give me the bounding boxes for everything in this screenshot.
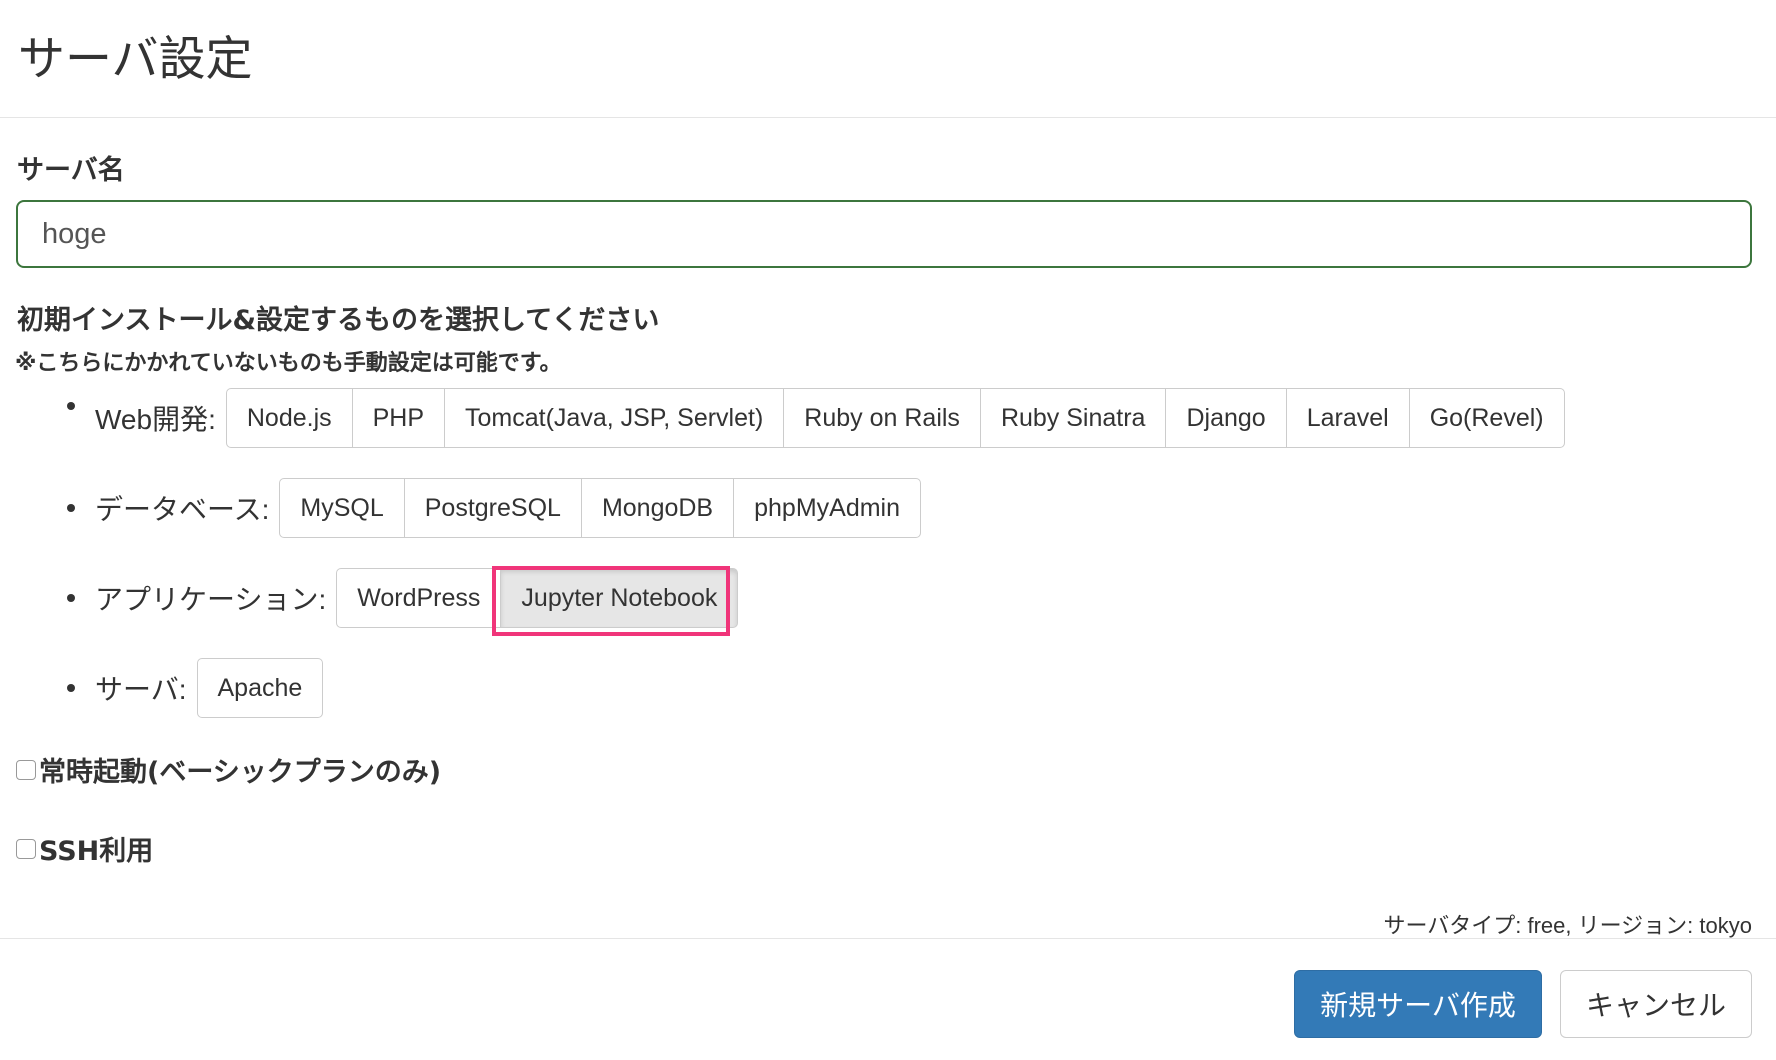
install-heading: 初期インストール&設定するものを選択してください [17,305,660,336]
option-postgresql[interactable]: PostgreSQL [403,478,582,538]
category-server: サーバ: Apache [95,658,324,718]
web-options-group: Node.js PHP Tomcat(Java, JSP, Servlet) R… [225,388,1565,448]
always-on-checkbox[interactable] [16,759,36,780]
category-label-server: サーバ: [95,674,187,705]
server-name-input[interactable] [16,200,1752,268]
application-options-group: WordPress Jupyter Notebook [336,568,739,628]
option-wordpress[interactable]: WordPress [336,568,502,628]
option-ruby-sinatra[interactable]: Ruby Sinatra [979,388,1167,448]
always-on-row: 常時起動(ベーシックプランのみ) [16,750,441,789]
option-mongodb[interactable]: MongoDB [580,478,735,538]
option-tomcat[interactable]: Tomcat(Java, JSP, Servlet) [444,388,785,448]
option-laravel[interactable]: Laravel [1285,388,1410,448]
bullet-icon [67,402,75,410]
page-title: サーバ設定 [18,32,253,87]
category-web: Web開発: Node.js PHP Tomcat(Java, JSP, Ser… [95,388,1565,448]
ssh-checkbox[interactable] [16,838,36,859]
footer-divider [0,938,1776,939]
option-go-revel[interactable]: Go(Revel) [1408,388,1565,448]
database-options-group: MySQL PostgreSQL MongoDB phpMyAdmin [279,478,922,538]
bullet-icon [67,504,75,512]
ssh-row: SSH利用 [16,829,153,868]
modal-header: サーバ設定 [0,0,1776,118]
category-label-application: アプリケーション: [95,584,327,615]
cancel-button[interactable]: キャンセル [1560,970,1752,1038]
option-php[interactable]: PHP [351,388,446,448]
always-on-label[interactable]: 常時起動(ベーシックプランのみ) [39,750,441,789]
install-note: ※こちらにかかれていないものも手動設定は可能です。 [15,351,562,376]
option-django[interactable]: Django [1165,388,1287,448]
category-label-database: データベース: [95,494,270,525]
bullet-icon [67,684,75,692]
category-label-web: Web開発: [95,404,216,435]
server-options-group: Apache [196,658,324,718]
category-database: データベース: MySQL PostgreSQL MongoDB phpMyAd… [95,478,922,538]
ssh-label[interactable]: SSH利用 [39,829,153,868]
option-jupyter-notebook[interactable]: Jupyter Notebook [500,568,739,628]
option-phpmyadmin[interactable]: phpMyAdmin [733,478,922,538]
server-name-label: サーバ名 [17,155,125,186]
bullet-icon [67,594,75,602]
category-application: アプリケーション: WordPress Jupyter Notebook [95,568,739,628]
option-apache[interactable]: Apache [196,658,324,718]
option-mysql[interactable]: MySQL [279,478,405,538]
option-ruby-on-rails[interactable]: Ruby on Rails [783,388,981,448]
create-server-button[interactable]: 新規サーバ作成 [1294,970,1542,1038]
option-nodejs[interactable]: Node.js [225,388,353,448]
server-info-text: サーバタイプ: free, リージョン: tokyo [1383,913,1752,938]
